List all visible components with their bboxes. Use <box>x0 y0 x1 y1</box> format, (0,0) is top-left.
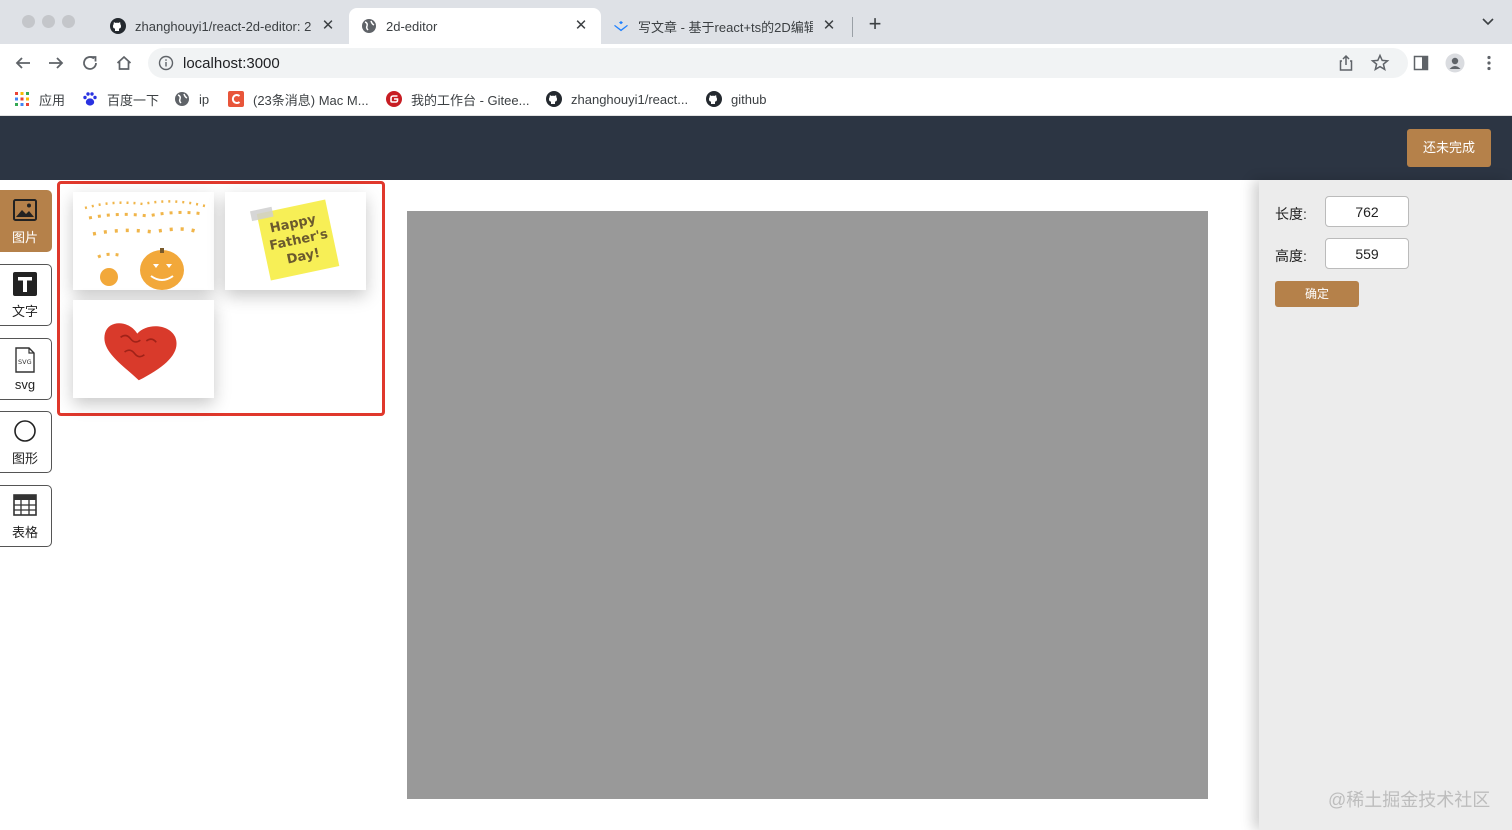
sidebar-item-text[interactable]: 文字 <box>0 264 52 326</box>
globe-icon <box>361 18 377 34</box>
home-icon[interactable] <box>113 52 135 74</box>
sidebar-item-table[interactable]: 表格 <box>0 485 52 547</box>
bookmark-label: ip <box>199 91 210 107</box>
unfinished-button[interactable]: 还未完成 <box>1407 129 1491 167</box>
browser-toolbar: localhost:3000 <box>0 44 1512 82</box>
more-menu-icon[interactable] <box>1479 53 1499 73</box>
svg-file-icon: SVG <box>12 346 38 373</box>
image-icon <box>12 197 38 223</box>
halloween-pumpkins-image <box>84 200 206 290</box>
apps-grid-icon <box>14 91 30 107</box>
share-icon[interactable] <box>1337 54 1355 72</box>
tab-title: 写文章 - 基于react+ts的2D编辑 <box>638 19 813 35</box>
bookmark-github-repo[interactable]: zhanghouyi1/react... <box>546 88 688 110</box>
browser-tab-2d-editor[interactable]: 2d-editor ✕ <box>349 8 601 44</box>
side-panel-icon[interactable] <box>1411 53 1431 73</box>
browser-tab-juejin[interactable]: 写文章 - 基于react+ts的2D编辑 ✕ <box>601 8 849 44</box>
app-header: 还未完成 <box>0 116 1512 180</box>
confirm-button[interactable]: 确定 <box>1275 281 1359 307</box>
properties-panel: 长度: 高度: 确定 <box>1259 180 1512 830</box>
bookmark-label: 我的工作台 - Gitee... <box>411 92 530 108</box>
browser-tab-github[interactable]: zhanghouyi1/react-2d-editor: 2 ✕ <box>98 8 348 44</box>
close-icon[interactable]: ✕ <box>320 18 336 34</box>
reload-icon[interactable] <box>79 52 101 74</box>
back-arrow-icon[interactable] <box>12 52 34 74</box>
sidebar-item-svg[interactable]: SVG svg <box>0 338 52 400</box>
sidebar-item-label: 图形 <box>11 450 38 466</box>
address-bar[interactable]: localhost:3000 <box>148 48 1408 78</box>
site-info-icon[interactable] <box>158 55 174 71</box>
tab-separator <box>852 17 853 37</box>
gitee-icon <box>386 91 402 107</box>
browser-tabstrip: zhanghouyi1/react-2d-editor: 2 ✕ 2d-edit… <box>0 0 1512 44</box>
image-thumb-heart[interactable] <box>73 300 214 398</box>
url-text[interactable]: localhost:3000 <box>183 55 280 72</box>
bookmark-label: zhanghouyi1/react... <box>571 91 689 107</box>
bookmark-star-icon[interactable] <box>1370 53 1390 73</box>
image-library-panel: Happy Father's Day! <box>57 181 385 416</box>
height-input[interactable] <box>1325 238 1409 269</box>
close-icon[interactable]: ✕ <box>573 18 589 34</box>
height-label: 高度: <box>1275 248 1307 264</box>
sidebar-item-shape[interactable]: 图形 <box>0 411 52 473</box>
red-heart-image <box>104 323 177 381</box>
baidu-paw-icon <box>82 91 98 107</box>
sidebar-item-image[interactable]: 图片 <box>0 190 52 252</box>
bookmarks-bar: 应用 百度一下 ip (23条消息) Mac M... 我的工作台 - Gite… <box>0 82 1512 116</box>
tab-search-chevron-icon[interactable] <box>1478 14 1498 34</box>
fathers-day-note-image: Happy Father's Day! <box>249 199 340 281</box>
bookmark-ip[interactable]: ip <box>174 88 209 110</box>
image-thumb-fathers-day[interactable]: Happy Father's Day! <box>225 192 366 290</box>
image-thumb-halloween[interactable] <box>73 192 214 290</box>
github-icon <box>546 91 562 107</box>
close-icon[interactable]: ✕ <box>821 18 837 34</box>
tab-title: 2d-editor <box>386 18 438 34</box>
bookmark-apps[interactable]: 应用 <box>14 88 65 110</box>
forward-arrow-icon[interactable] <box>45 52 67 74</box>
globe-icon <box>174 91 190 107</box>
bookmark-baidu[interactable]: 百度一下 <box>82 88 159 110</box>
bookmark-label: 应用 <box>39 92 66 108</box>
github-icon <box>706 91 722 107</box>
window-close-dot[interactable] <box>22 15 35 28</box>
tab-title: zhanghouyi1/react-2d-editor: 2 <box>135 18 312 34</box>
bookmark-csdn[interactable]: (23条消息) Mac M... <box>228 88 369 110</box>
circle-icon <box>12 418 38 444</box>
new-tab-plus-icon[interactable]: + <box>864 13 886 36</box>
sidebar-item-label: 文字 <box>11 303 38 319</box>
editor-canvas[interactable] <box>407 211 1208 799</box>
sidebar-item-label: svg <box>14 376 36 392</box>
window-zoom-dot[interactable] <box>62 15 75 28</box>
bookmark-label: (23条消息) Mac M... <box>253 92 369 108</box>
juejin-icon <box>613 18 629 34</box>
github-icon <box>110 18 126 34</box>
sidebar-item-label: 表格 <box>11 524 38 540</box>
watermark: @稀土掘金技术社区 <box>1328 790 1491 810</box>
width-label: 长度: <box>1275 206 1307 222</box>
table-icon <box>12 492 38 518</box>
csdn-c-icon <box>228 91 244 107</box>
svg-text:SVG: SVG <box>18 358 32 366</box>
sidebar-item-label: 图片 <box>11 229 38 245</box>
bookmark-github[interactable]: github <box>706 88 766 110</box>
bookmark-label: github <box>731 91 767 107</box>
text-icon <box>12 271 38 297</box>
profile-avatar-icon[interactable] <box>1445 53 1465 73</box>
bookmark-label: 百度一下 <box>107 92 160 108</box>
bookmark-gitee[interactable]: 我的工作台 - Gitee... <box>386 88 529 110</box>
window-minimize-dot[interactable] <box>42 15 55 28</box>
width-input[interactable] <box>1325 196 1409 227</box>
